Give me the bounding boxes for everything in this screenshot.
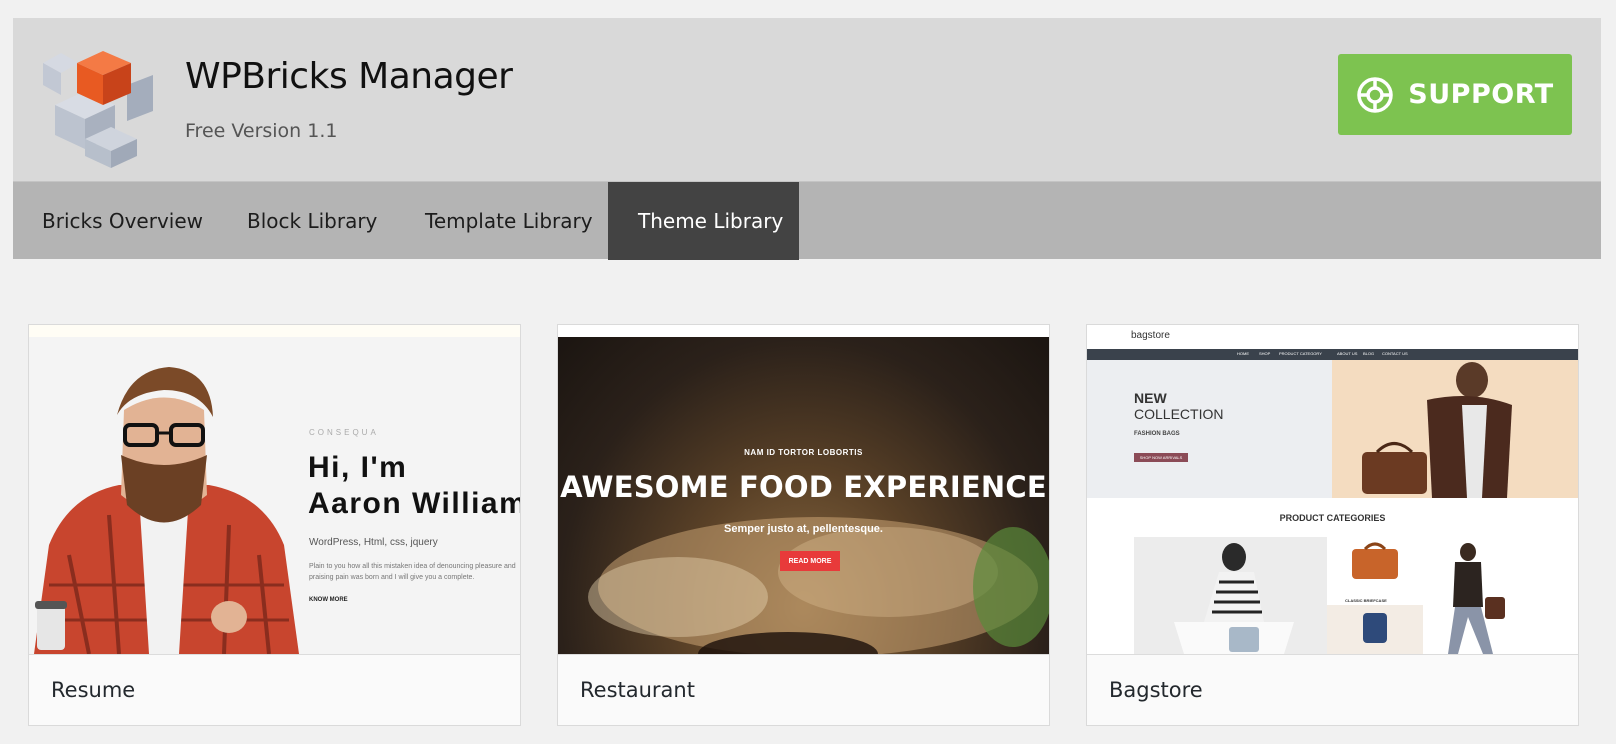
restaurant-title: AWESOME FOOD EXPERIENCE — [560, 470, 1047, 504]
resume-heading: Hi, I'm Aaron William — [308, 451, 520, 520]
theme-card-restaurant[interactable]: NAM ID TORTOR LOBORTIS AWESOME FOOD EXPE… — [557, 324, 1050, 726]
bagstore-hero-line2: COLLECTION — [1134, 406, 1224, 422]
theme-name-restaurant[interactable]: Restaurant — [558, 654, 1049, 725]
bagstore-category-label: CLASSIC BRIEFCASE — [1345, 598, 1387, 603]
theme-name-resume[interactable]: Resume — [29, 654, 520, 725]
resume-cta: KNOW MORE — [309, 597, 348, 603]
resume-eyebrow: CONSEQUA — [309, 428, 379, 437]
theme-preview-bagstore[interactable]: bagstore HOME SHOP PRODUCT CATEGORY ABOU… — [1087, 325, 1578, 654]
app-version: Free Version 1.1 — [185, 120, 338, 142]
theme-preview-restaurant[interactable]: NAM ID TORTOR LOBORTIS AWESOME FOOD EXPE… — [558, 325, 1049, 654]
app-header: WPBricks Manager Free Version 1.1 SUPPOR… — [13, 18, 1601, 181]
resume-person-image — [29, 355, 299, 654]
tab-template-library[interactable]: Template Library — [425, 182, 593, 260]
bagstore-hero-sub: FASHION BAGS — [1134, 431, 1180, 437]
resume-skills: WordPress, Html, css, jquery — [309, 537, 438, 548]
lifebuoy-icon — [1357, 76, 1394, 113]
bagstore-logo: bagstore — [1131, 330, 1170, 341]
theme-card-resume[interactable]: CONSEQUA Hi, I'm Aaron William WordPress… — [28, 324, 521, 726]
support-button[interactable]: SUPPORT — [1338, 54, 1572, 135]
restaurant-subtitle: Semper justo at, pellentesque. — [724, 523, 883, 535]
bagstore-category-briefcase — [1327, 537, 1423, 595]
theme-name-bagstore[interactable]: Bagstore — [1087, 654, 1578, 725]
wpbricks-logo — [43, 51, 153, 168]
support-label: SUPPORT — [1408, 79, 1554, 110]
bagstore-section-title: PRODUCT CATEGORIES — [1279, 513, 1386, 523]
nav-tabs: Bricks Overview Block Library Template L… — [13, 181, 1601, 260]
bagstore-menu: HOME SHOP PRODUCT CATEGORY ABOUT US BLOG… — [1087, 349, 1578, 360]
bagstore-hero-image — [1332, 360, 1578, 498]
bagstore-category-woman — [1134, 537, 1327, 654]
resume-desc: Plain to you how all this mistaken idea … — [309, 563, 516, 581]
restaurant-read-more: READ MORE — [780, 551, 840, 571]
tab-block-library[interactable]: Block Library — [247, 182, 377, 260]
tab-bricks-overview[interactable]: Bricks Overview — [42, 182, 203, 260]
tab-theme-library[interactable]: Theme Library — [608, 182, 799, 260]
bagstore-category-backpack — [1327, 605, 1423, 654]
bagstore-hero-cta: SHOP NOW ARRIVALS — [1134, 453, 1188, 462]
restaurant-eyebrow: NAM ID TORTOR LOBORTIS — [744, 448, 863, 457]
theme-preview-resume[interactable]: CONSEQUA Hi, I'm Aaron William WordPress… — [29, 325, 520, 654]
app-title: WPBricks Manager — [185, 56, 513, 97]
bagstore-hero-line1: NEW — [1134, 390, 1167, 406]
bagstore-category-man — [1423, 537, 1519, 654]
theme-card-bagstore[interactable]: bagstore HOME SHOP PRODUCT CATEGORY ABOU… — [1086, 324, 1579, 726]
